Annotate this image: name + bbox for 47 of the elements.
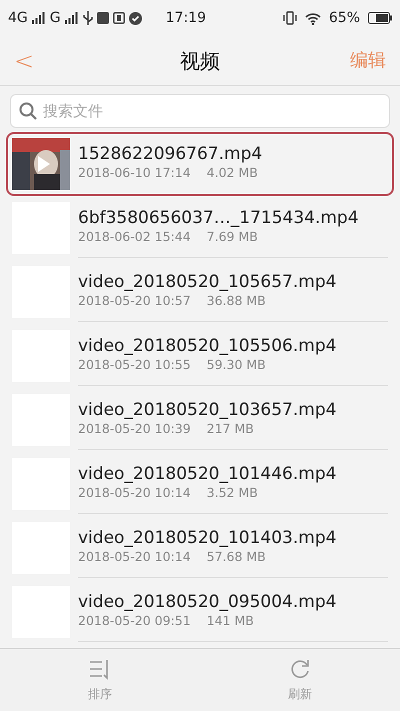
file-row[interactable]: video_20180520_105506.mp4 2018-05-20 10:55 59.30 MB xyxy=(6,324,394,388)
page-title: 视频 xyxy=(180,48,220,74)
file-row[interactable]: video_20180520_101446.mp4 2018-05-20 10:14 3.52 MB xyxy=(6,452,394,516)
file-date: 2018-05-20 09:51 xyxy=(78,612,191,630)
file-date: 2018-06-02 15:44 xyxy=(78,228,191,246)
app-icon xyxy=(96,12,109,24)
file-date: 2018-05-20 10:14 xyxy=(78,548,191,566)
wifi-icon xyxy=(304,12,321,24)
file-name: video_20180520_101403.mp4 xyxy=(78,528,338,548)
file-size: 141 MB xyxy=(206,612,254,630)
file-row[interactable]: video_20180520_103657.mp4 2018-05-20 10:39 217 MB xyxy=(6,388,394,452)
vibrate-icon xyxy=(282,11,297,25)
file-size: 3.52 MB xyxy=(206,484,258,502)
file-row[interactable]: video_20180520_105657.mp4 2018-05-20 10:57 36.88 MB xyxy=(6,260,394,324)
check-icon xyxy=(128,12,142,24)
file-name: video_20180520_103657.mp4 xyxy=(78,400,338,420)
file-date: 2018-05-20 10:57 xyxy=(78,292,191,310)
file-name: video_20180520_101446.mp4 xyxy=(78,464,338,484)
signal-icon xyxy=(64,12,79,24)
file-name: video_20180520_105657.mp4 xyxy=(78,272,338,292)
file-name: video_20180520_095004.mp4 xyxy=(78,592,338,612)
file-name: 1528622096767.mp4 xyxy=(78,144,264,164)
file-size: 4.02 MB xyxy=(206,164,258,182)
file-size: 7.69 MB xyxy=(206,228,258,246)
battery-level: 65% xyxy=(328,8,360,28)
file-size: 57.68 MB xyxy=(206,548,266,566)
signal-icon xyxy=(32,12,46,24)
file-row[interactable]: video_20180520_095004.mp4 2018-05-20 09:51 141 MB xyxy=(6,580,394,644)
file-name: video_20180520_105506.mp4 xyxy=(78,336,338,356)
network-type: 4G xyxy=(8,8,28,28)
file-row[interactable]: 1528622096767.mp4 2018-06-10 17:14 4.02 MB xyxy=(6,132,394,196)
file-size: 217 MB xyxy=(206,420,254,438)
app-icon xyxy=(112,12,125,24)
file-date: 2018-05-20 10:14 xyxy=(78,484,191,502)
file-size: 36.88 MB xyxy=(206,292,266,310)
battery-icon xyxy=(368,12,392,24)
search-field[interactable]: 搜索文件 xyxy=(10,94,390,128)
file-row[interactable]: 6bf3580656037…_1715434.mp4 2018-06-02 15:44 7.69 MB xyxy=(6,196,394,260)
file-date: 2018-06-10 17:14 xyxy=(78,164,191,182)
file-date: 2018-05-20 10:55 xyxy=(78,356,191,374)
file-name: 6bf3580656037…_1715434.mp4 xyxy=(78,208,360,228)
file-size: 59.30 MB xyxy=(206,356,266,374)
usb-icon xyxy=(82,11,93,25)
status-time: 17:19 xyxy=(166,8,206,28)
file-date: 2018-05-20 10:39 xyxy=(78,420,191,438)
file-row[interactable]: video_20180520_101403.mp4 2018-05-20 10:14 57.68 MB xyxy=(6,516,394,580)
network-type: G xyxy=(50,8,61,28)
